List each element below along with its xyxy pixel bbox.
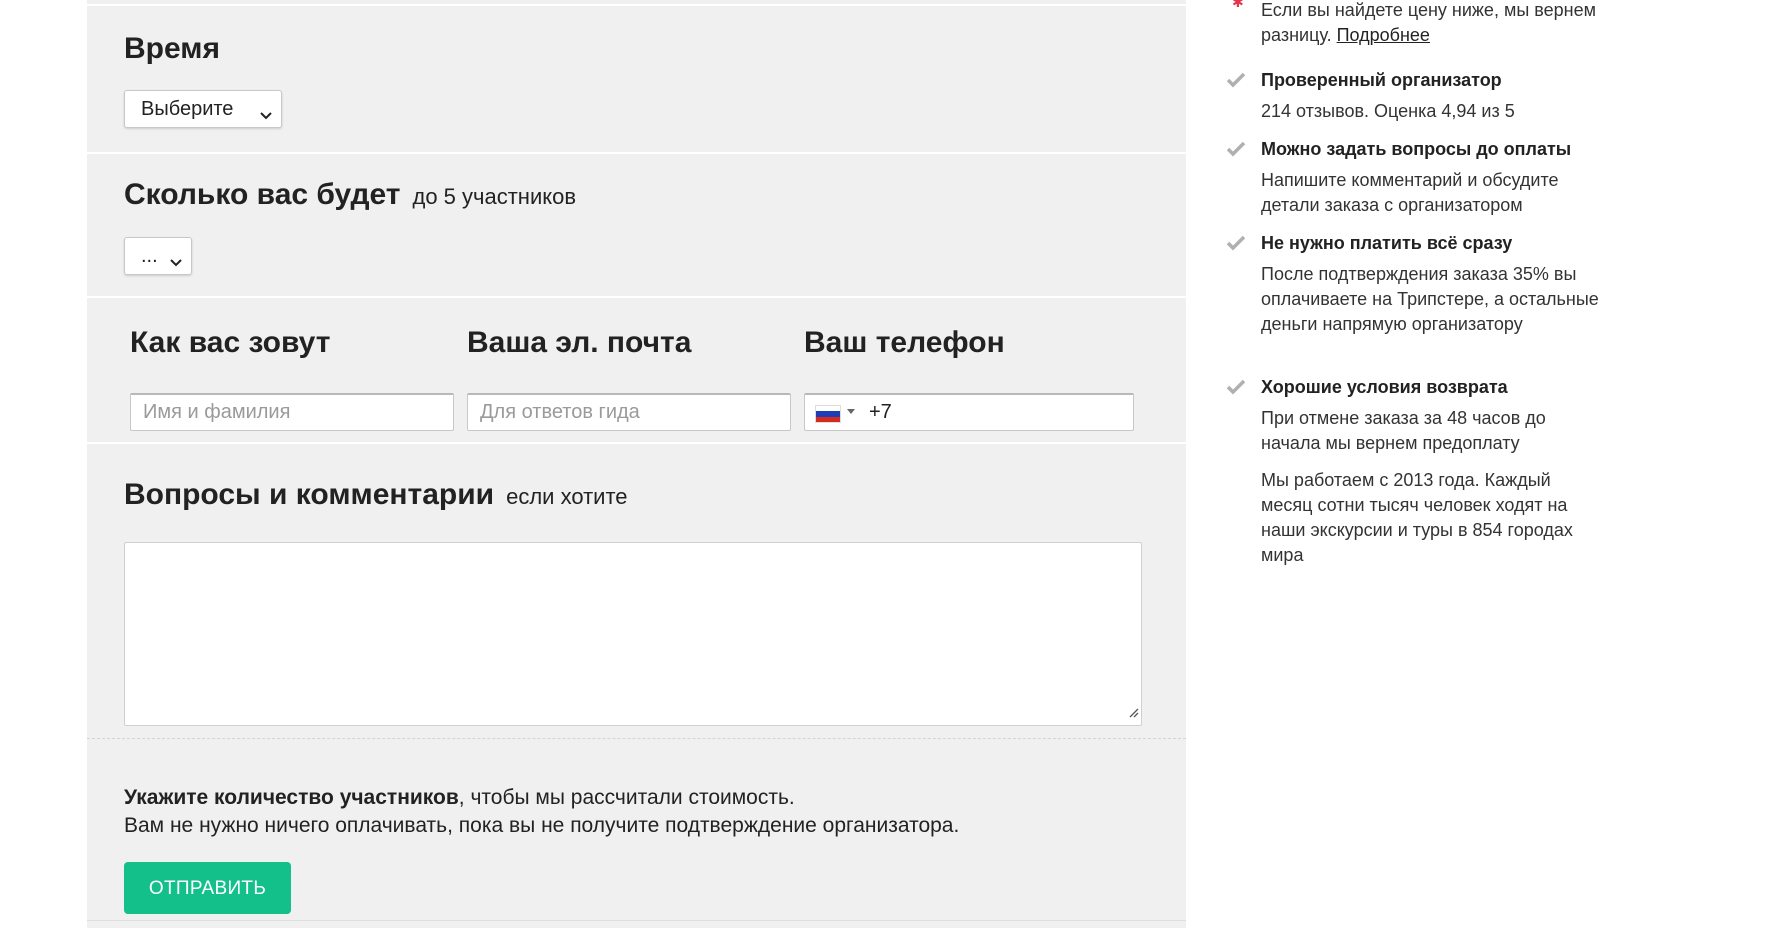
page-bottom-line [87, 920, 1186, 921]
caret-down-icon[interactable] [847, 409, 855, 414]
email-label: Ваша эл. почта [467, 326, 692, 359]
comments-textarea[interactable] [124, 542, 1142, 726]
section-divider [87, 296, 1186, 298]
section-divider-dashed [87, 738, 1186, 739]
participants-select-value: ... [141, 245, 158, 267]
price-guarantee-link[interactable]: Подробнее [1337, 25, 1430, 45]
benefit-title: Можно задать вопросы до оплаты [1261, 139, 1572, 159]
name-input[interactable] [130, 393, 454, 431]
name-label: Как вас зовут [130, 326, 331, 359]
benefit-text: Напишите комментарий и обсудите детали з… [1261, 170, 1559, 215]
benefit-title: Хорошие условия возврата [1261, 377, 1508, 397]
notice-rest: , чтобы мы рассчитали стоимость. [458, 786, 795, 809]
guarantee-badge-icon: ✱ [1232, 0, 1244, 10]
check-icon [1226, 235, 1246, 256]
comments-title: Вопросы и комментарии если хотите [124, 478, 628, 512]
participants-hint: до 5 участников [412, 184, 577, 209]
russia-flag-icon[interactable] [815, 405, 841, 423]
email-input[interactable] [467, 393, 791, 431]
notice-line-1: Укажите количество участников, чтобы мы … [124, 784, 959, 812]
benefit-text: При отмене заказа за 48 часов до начала … [1261, 408, 1546, 453]
section-divider [87, 152, 1186, 154]
notice-bold: Укажите количество участников [124, 786, 459, 809]
pricing-notice: Укажите количество участников, чтобы мы … [124, 784, 959, 840]
time-select-value: Выберите [141, 98, 234, 120]
submit-button[interactable]: ОТПРАВИТЬ [124, 862, 291, 914]
notice-line-2: Вам не нужно ничего оплачивать, пока вы … [124, 814, 960, 837]
check-icon [1226, 72, 1246, 93]
phone-country-code: +7 [869, 401, 892, 423]
comments-title-text: Вопросы и комментарии [124, 478, 495, 511]
chevron-down-icon [259, 104, 273, 127]
phone-label: Ваш телефон [804, 326, 1005, 359]
benefit-title: Проверенный организатор [1261, 70, 1502, 90]
about-text: Мы работаем с 2013 года. Каждый месяц со… [1261, 470, 1573, 565]
resize-grip-icon[interactable] [1127, 705, 1139, 723]
participants-select[interactable]: ... [124, 237, 192, 275]
benefit-text: После подтверждения заказа 35% вы оплачи… [1261, 264, 1599, 334]
section-divider [87, 4, 1186, 6]
phone-input[interactable]: +7 [804, 393, 1134, 431]
time-title: Время [124, 32, 220, 65]
participants-title: Сколько вас будет до 5 участников [124, 178, 576, 212]
price-guarantee: Если вы найдете цену ниже, мы вернем раз… [1261, 0, 1601, 48]
participants-title-text: Сколько вас будет [124, 178, 401, 211]
check-icon [1226, 141, 1246, 162]
benefit-title: Не нужно платить всё сразу [1261, 233, 1513, 253]
chevron-down-icon [169, 251, 183, 274]
section-divider [87, 442, 1186, 444]
time-select[interactable]: Выберите [124, 90, 282, 128]
benefit-text: 214 отзывов. Оценка 4,94 из 5 [1261, 101, 1515, 121]
check-icon [1226, 379, 1246, 400]
comments-hint: если хотите [506, 484, 628, 509]
